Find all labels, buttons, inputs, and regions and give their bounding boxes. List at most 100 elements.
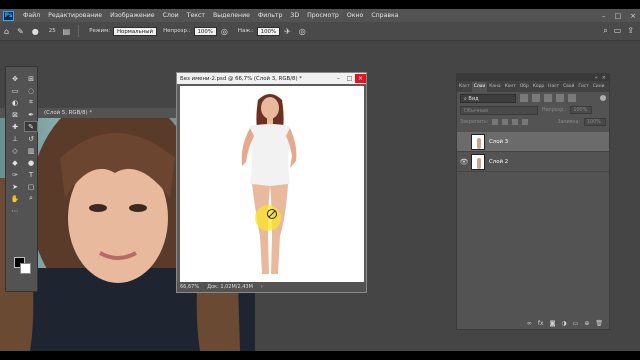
- brush-settings-icon[interactable]: ▤: [63, 27, 71, 36]
- panel-menu-icon[interactable]: ≡: [607, 82, 610, 92]
- pixel-filter-icon[interactable]: [520, 94, 528, 102]
- adjustment-filter-icon[interactable]: [532, 94, 540, 102]
- eye-icon[interactable]: 👁: [457, 158, 471, 166]
- zoom-tool-icon[interactable]: ⌕: [24, 193, 38, 204]
- doc-close-button[interactable]: ×: [355, 74, 366, 83]
- menu-layers[interactable]: Слои: [159, 12, 183, 19]
- fill-input[interactable]: 100%: [584, 118, 606, 126]
- type-filter-icon[interactable]: [544, 94, 552, 102]
- tab-adjustments[interactable]: Корр: [531, 82, 546, 92]
- blur-tool-icon[interactable]: ◆: [8, 157, 22, 168]
- crop-tool-icon[interactable]: ⌗: [24, 97, 38, 108]
- eyedropper-tool-icon[interactable]: ✒: [24, 109, 38, 120]
- panel-close-icon[interactable]: ×: [602, 75, 606, 81]
- airbrush-icon[interactable]: ✈: [284, 27, 291, 36]
- dodge-tool-icon[interactable]: ●: [24, 157, 38, 168]
- brush-tool-icon[interactable]: ✎: [24, 121, 38, 132]
- gradient-tool-icon[interactable]: ▥: [24, 145, 38, 156]
- type-tool-icon[interactable]: T: [24, 169, 38, 180]
- zoom-level[interactable]: 66,67%: [180, 284, 199, 290]
- menu-select[interactable]: Выделение: [209, 12, 254, 19]
- stamp-tool-icon[interactable]: ⊥: [8, 133, 22, 144]
- maximize-button[interactable]: □: [615, 12, 622, 20]
- tab-channels[interactable]: Кана: [487, 82, 502, 92]
- group-icon[interactable]: ▭: [573, 320, 579, 327]
- eraser-tool-icon[interactable]: ◇: [8, 145, 22, 156]
- marquee-tool-icon[interactable]: ▭: [8, 85, 22, 96]
- menu-file[interactable]: Файл: [19, 12, 44, 19]
- healing-tool-icon[interactable]: ✚: [8, 121, 22, 132]
- menu-filter[interactable]: Фильтр: [254, 12, 286, 19]
- lock-all-icon[interactable]: [522, 119, 529, 125]
- layer-row[interactable]: 👁 Слой 2: [457, 152, 609, 172]
- shape-tool-icon[interactable]: ▢: [24, 181, 38, 192]
- document-titlebar[interactable]: Без имени-2.psd @ 66,7% (Слой 3, RGB/8) …: [177, 73, 366, 84]
- menu-help[interactable]: Справка: [367, 12, 402, 19]
- doc-maximize-button[interactable]: □: [344, 74, 355, 83]
- flow-input[interactable]: 100%: [256, 26, 281, 36]
- minimize-button[interactable]: –: [602, 12, 606, 20]
- doc-minimize-button[interactable]: –: [333, 74, 344, 83]
- panel-header: « ×: [457, 74, 609, 81]
- layer-filter-select[interactable]: ⌕ Вид: [460, 93, 516, 103]
- filter-toggle[interactable]: [600, 95, 606, 101]
- status-arrow-icon[interactable]: ›: [261, 284, 263, 290]
- tab-properties[interactable]: Свой: [561, 82, 576, 92]
- layer-name[interactable]: Слой 2: [489, 159, 508, 165]
- tab-paths[interactable]: Конт: [503, 82, 518, 92]
- artboard-tool-icon[interactable]: ⊞: [24, 73, 38, 84]
- menu-3d[interactable]: 3D: [286, 12, 303, 19]
- lasso-tool-icon[interactable]: ◌: [24, 85, 38, 96]
- menu-edit[interactable]: Редактирование: [44, 12, 106, 19]
- tab-histogram[interactable]: Гист: [576, 82, 591, 92]
- menu-image[interactable]: Изображение: [106, 12, 159, 19]
- layer-list: Слой 3 👁 Слой 2: [457, 132, 609, 172]
- brush-tool-icon[interactable]: ✎: [17, 27, 24, 36]
- trash-icon[interactable]: 🗑: [595, 320, 603, 327]
- quick-select-tool-icon[interactable]: ◐: [8, 97, 22, 108]
- background-color-swatch[interactable]: [20, 263, 31, 274]
- move-tool-icon[interactable]: ✥: [8, 73, 22, 84]
- home-icon[interactable]: ⌂: [4, 27, 9, 36]
- search-icon[interactable]: ⌕: [603, 26, 607, 36]
- workspace-icon[interactable]: ▭: [614, 26, 622, 36]
- tab-presets[interactable]: Наст: [546, 82, 561, 92]
- opacity-input[interactable]: 100%: [193, 26, 217, 36]
- fx-icon[interactable]: fx: [538, 320, 544, 327]
- options-right: ⌕ ▭ ⇪: [603, 26, 634, 36]
- tab-channels-kast[interactable]: Каст: [457, 82, 472, 92]
- brush-preset-icon[interactable]: ●: [32, 27, 39, 36]
- layer-row[interactable]: Слой 3: [457, 132, 609, 152]
- new-layer-icon[interactable]: ⊕: [584, 320, 589, 327]
- menu-view[interactable]: Просмотр: [303, 12, 343, 19]
- tab-layers[interactable]: Слои: [471, 82, 488, 92]
- history-brush-tool-icon[interactable]: ↺: [24, 133, 38, 144]
- hand-tool-icon[interactable]: ✋: [8, 193, 22, 204]
- document-canvas[interactable]: [180, 86, 364, 282]
- menu-window[interactable]: Окно: [343, 12, 367, 19]
- layer-opacity-input[interactable]: 100%: [570, 106, 593, 114]
- smart-filter-icon[interactable]: [568, 94, 576, 102]
- frame-tool-icon[interactable]: ⊠: [8, 109, 22, 120]
- pen-tool-icon[interactable]: ✑: [8, 169, 22, 180]
- pressure-size-icon[interactable]: ◎: [299, 27, 306, 36]
- link-icon[interactable]: ∞: [527, 320, 532, 327]
- lock-pixels-icon[interactable]: [502, 119, 509, 125]
- close-button[interactable]: ×: [630, 12, 636, 20]
- mode-select[interactable]: Нормальный: [113, 26, 158, 36]
- tab-colors[interactable]: Сини: [591, 82, 607, 92]
- collapse-icon[interactable]: «: [595, 75, 598, 81]
- adjustment-icon[interactable]: ◑: [561, 320, 566, 327]
- tab-samples[interactable]: Обр: [518, 82, 531, 92]
- blend-mode-select[interactable]: Обычные: [460, 105, 538, 115]
- mask-icon[interactable]: ◙: [550, 320, 556, 327]
- shape-filter-icon[interactable]: [556, 94, 564, 102]
- layer-name[interactable]: Слой 3: [489, 139, 508, 145]
- path-select-tool-icon[interactable]: ➤: [8, 181, 22, 192]
- menu-type[interactable]: Текст: [183, 12, 209, 19]
- lock-position-icon[interactable]: [512, 119, 519, 125]
- lock-transparency-icon[interactable]: [492, 119, 499, 125]
- more-tools-icon[interactable]: ⋯: [8, 205, 22, 216]
- pressure-opacity-icon[interactable]: ◎: [221, 27, 228, 36]
- share-icon[interactable]: ⇪: [627, 26, 634, 36]
